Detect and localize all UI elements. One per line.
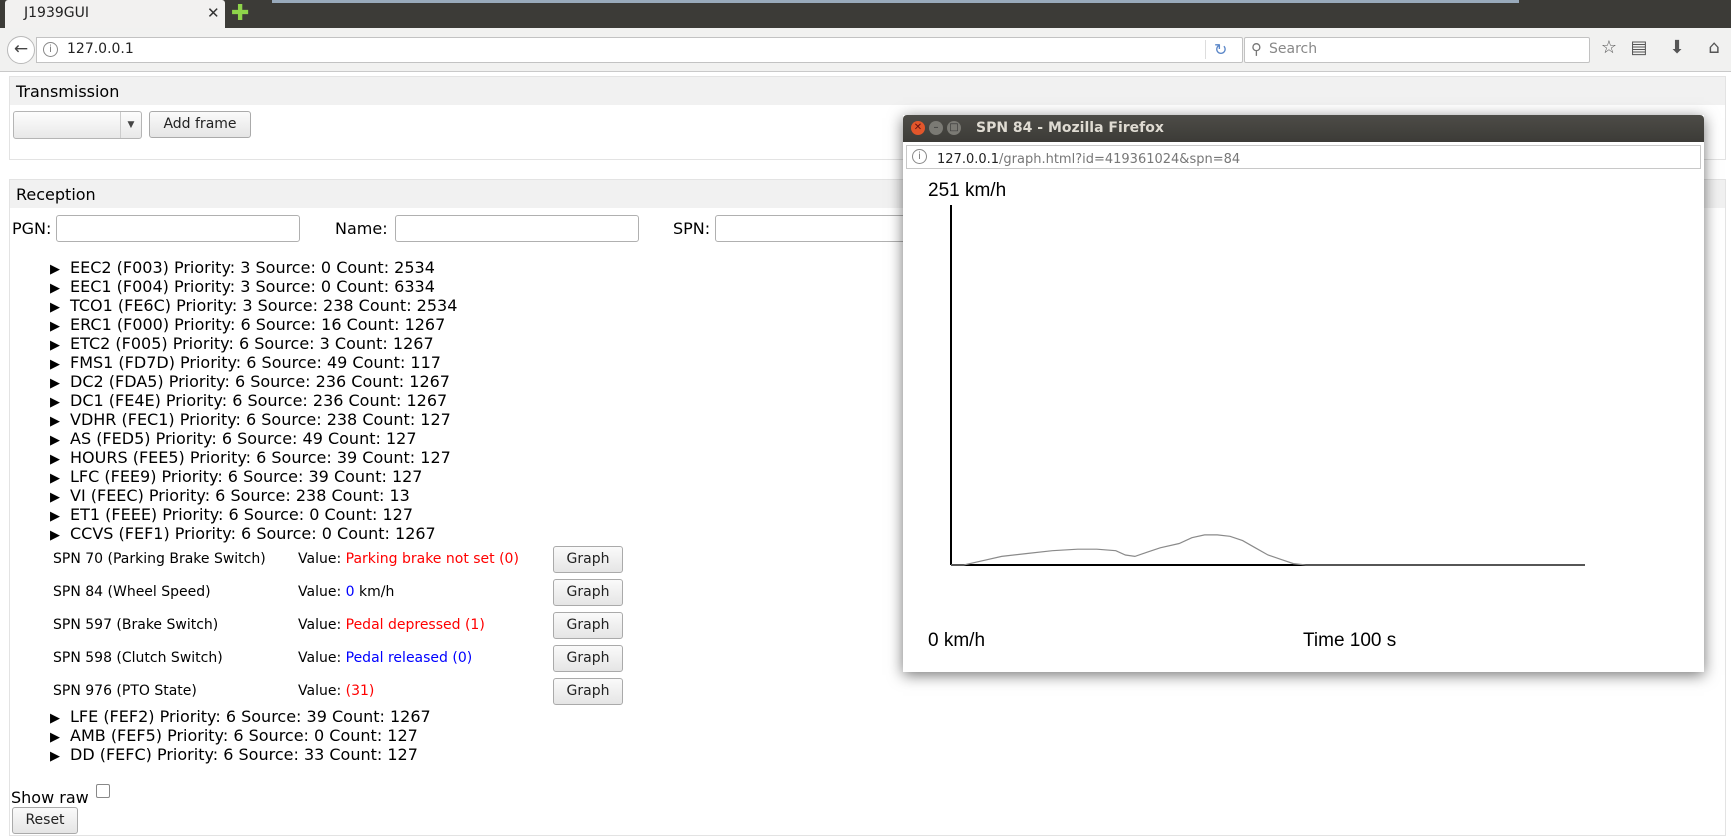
reading-list-icon[interactable]: ▤ bbox=[1628, 37, 1650, 58]
expand-triangle-icon: ▶ bbox=[50, 471, 60, 486]
spn-value: Value: Parking brake not set (0) bbox=[298, 551, 519, 567]
graph-popup-window: ✕ – □ SPN 84 - Mozilla Firefox i 127.0.0… bbox=[903, 115, 1704, 672]
transmission-title: Transmission bbox=[16, 82, 120, 101]
expand-triangle-icon: ▶ bbox=[50, 319, 60, 334]
search-icon: ⚲ bbox=[1251, 40, 1262, 58]
pgn-row[interactable]: ▶ VI (FEEC) Priority: 6 Source: 238 Count… bbox=[50, 486, 410, 505]
pgn-row[interactable]: ▶ LFE (FEF2) Priority: 6 Source: 39 Count… bbox=[50, 707, 431, 726]
url-text: 127.0.0.1 bbox=[67, 41, 134, 57]
spn-label: SPN 70 (Parking Brake Switch) bbox=[53, 551, 266, 567]
expand-triangle-icon: ▶ bbox=[50, 490, 60, 505]
navigation-bar: ← i 127.0.0.1 ↻ ⚲ Search ☆ ▤ ⬇ ⌂ bbox=[0, 28, 1731, 72]
reload-icon[interactable]: ↻ bbox=[1205, 40, 1227, 59]
graph-button-spn-598[interactable]: Graph bbox=[553, 645, 623, 672]
pgn-row[interactable]: ▶ VDHR (FEC1) Priority: 6 Source: 238 Cou… bbox=[50, 410, 451, 429]
pgn-row[interactable]: ▶ AMB (FEF5) Priority: 6 Source: 0 Count:… bbox=[50, 726, 418, 745]
pgn-row[interactable]: ▶ LFC (FEE9) Priority: 6 Source: 39 Count… bbox=[50, 467, 422, 486]
expand-triangle-icon: ▶ bbox=[50, 262, 60, 277]
spn-filter-label: SPN: bbox=[673, 219, 711, 238]
new-tab-icon[interactable]: ✚ bbox=[231, 2, 249, 26]
frame-select[interactable]: ▼ bbox=[13, 111, 142, 139]
spn-label: SPN 976 (PTO State) bbox=[53, 683, 197, 699]
spn-value: Value: Pedal depressed (1) bbox=[298, 617, 485, 633]
name-filter-input[interactable] bbox=[395, 215, 639, 242]
pgn-filter-label: PGN: bbox=[12, 219, 52, 238]
transmission-legend: Transmission bbox=[10, 77, 1725, 105]
y-min-label: 0 km/h bbox=[928, 630, 986, 651]
pgn-row[interactable]: ▶ FMS1 (FD7D) Priority: 6 Source: 49 Coun… bbox=[50, 353, 441, 372]
expand-triangle-icon: ▶ bbox=[50, 395, 60, 410]
pgn-row[interactable]: ▶ DD (FEFC) Priority: 6 Source: 33 Count:… bbox=[50, 745, 418, 764]
pgn-row[interactable]: ▶ EEC2 (F003) Priority: 3 Source: 0 Count… bbox=[50, 258, 435, 277]
expand-triangle-icon: ▶ bbox=[50, 338, 60, 353]
address-bar[interactable]: i 127.0.0.1 ↻ bbox=[36, 37, 1243, 63]
show-raw-checkbox[interactable] bbox=[96, 784, 110, 798]
show-raw-label: Show raw bbox=[11, 788, 89, 807]
expand-triangle-icon: ▶ bbox=[50, 509, 60, 524]
time-axis-label: Time 100 s bbox=[1303, 630, 1397, 651]
pgn-row[interactable]: ▶ ET1 (FEEE) Priority: 6 Source: 0 Count:… bbox=[50, 505, 413, 524]
tab-j1939gui[interactable]: J1939GUI ✕ bbox=[5, 0, 225, 28]
graph-button-spn-597[interactable]: Graph bbox=[553, 612, 623, 639]
tab-title: J1939GUI bbox=[24, 5, 89, 21]
expand-triangle-icon: ▶ bbox=[50, 281, 60, 296]
search-placeholder: Search bbox=[1269, 41, 1318, 57]
pgn-row[interactable]: ▶ DC1 (FE4E) Priority: 6 Source: 236 Coun… bbox=[50, 391, 447, 410]
spn-label: SPN 598 (Clutch Switch) bbox=[53, 650, 223, 666]
expand-triangle-icon: ▶ bbox=[50, 433, 60, 448]
speed-graph bbox=[950, 205, 1585, 566]
info-icon[interactable]: i bbox=[43, 42, 58, 57]
pgn-row[interactable]: ▶ CCVS (FEF1) Priority: 6 Source: 0 Count… bbox=[50, 524, 436, 543]
add-frame-button[interactable]: Add frame bbox=[149, 111, 251, 138]
expand-triangle-icon: ▶ bbox=[50, 452, 60, 467]
spn-value: Value: Pedal released (0) bbox=[298, 650, 473, 666]
pgn-row[interactable]: ▶ ETC2 (F005) Priority: 6 Source: 3 Count… bbox=[50, 334, 434, 353]
back-arrow-icon[interactable]: ← bbox=[7, 36, 35, 64]
pgn-row[interactable]: ▶ EEC1 (F004) Priority: 3 Source: 0 Count… bbox=[50, 277, 435, 296]
spn-value: Value: (31) bbox=[298, 683, 375, 699]
expand-triangle-icon: ▶ bbox=[50, 711, 60, 726]
graph-button-spn-976[interactable]: Graph bbox=[553, 678, 623, 705]
pgn-row[interactable]: ▶ DC2 (FDA5) Priority: 6 Source: 236 Coun… bbox=[50, 372, 450, 391]
name-filter-label: Name: bbox=[335, 219, 388, 238]
expand-triangle-icon: ▶ bbox=[50, 357, 60, 372]
bookmark-star-icon[interactable]: ☆ bbox=[1598, 37, 1620, 58]
expand-triangle-icon: ▶ bbox=[50, 749, 60, 764]
background-window-strip bbox=[272, 0, 1519, 3]
search-input[interactable]: ⚲ Search bbox=[1244, 37, 1590, 63]
spn-label: SPN 84 (Wheel Speed) bbox=[53, 584, 211, 600]
home-icon[interactable]: ⌂ bbox=[1703, 37, 1725, 58]
reception-title: Reception bbox=[16, 185, 96, 204]
pgn-row[interactable]: ▶ TCO1 (FE6C) Priority: 3 Source: 238 Cou… bbox=[50, 296, 457, 315]
close-icon[interactable]: ✕ bbox=[207, 4, 220, 22]
expand-triangle-icon: ▶ bbox=[50, 730, 60, 745]
chevron-down-icon: ▼ bbox=[120, 112, 141, 138]
graph-button-spn-70[interactable]: Graph bbox=[553, 546, 623, 573]
series-line bbox=[951, 534, 1585, 566]
expand-triangle-icon: ▶ bbox=[50, 376, 60, 391]
reset-button[interactable]: Reset bbox=[12, 807, 78, 834]
expand-triangle-icon: ▶ bbox=[50, 300, 60, 315]
spn-value: Value: 0 km/h bbox=[298, 584, 395, 600]
graph-button-spn-84[interactable]: Graph bbox=[553, 579, 623, 606]
pgn-row[interactable]: ▶ ERC1 (F000) Priority: 6 Source: 16 Coun… bbox=[50, 315, 445, 334]
pgn-row[interactable]: ▶ AS (FED5) Priority: 6 Source: 49 Count:… bbox=[50, 429, 417, 448]
pgn-filter-input[interactable] bbox=[56, 215, 300, 242]
pgn-row[interactable]: ▶ HOURS (FEE5) Priority: 6 Source: 39 Cou… bbox=[50, 448, 451, 467]
expand-triangle-icon: ▶ bbox=[50, 528, 60, 543]
spn-label: SPN 597 (Brake Switch) bbox=[53, 617, 219, 633]
expand-triangle-icon: ▶ bbox=[50, 414, 60, 429]
download-icon[interactable]: ⬇ bbox=[1666, 37, 1688, 58]
tab-bar: J1939GUI ✕ ✚ bbox=[0, 0, 1731, 28]
